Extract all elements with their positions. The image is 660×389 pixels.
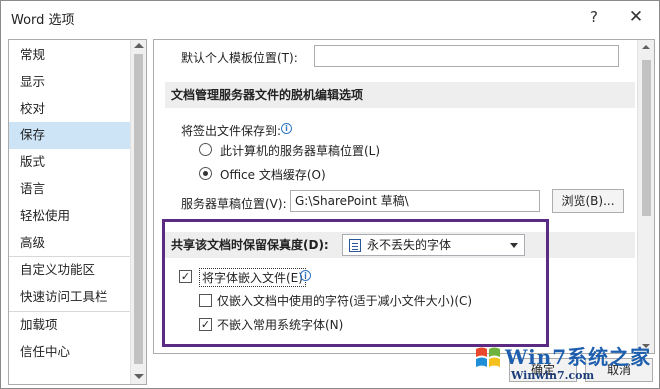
help-button[interactable]: ? [579, 5, 609, 29]
default-template-label: 默认个人模板位置(T): [181, 51, 298, 65]
info-icon: i [281, 123, 292, 134]
radio-office-cache[interactable] [199, 167, 212, 180]
radio-office-cache-label[interactable]: Office 文档缓存(O) [220, 166, 326, 183]
nav-scrollbar[interactable] [130, 40, 146, 384]
dialog-title: Word 选项 [11, 13, 75, 28]
title-bar: Word 选项 ? ✕ [1, 1, 659, 34]
main-scrollbar[interactable] [637, 40, 654, 353]
server-drafts-location-label: 服务器草稿位置(V): [181, 197, 287, 211]
site-watermark: Win7系统之家 Winwin7.com [471, 337, 660, 389]
watermark-title: Win7系统之家 [505, 345, 652, 369]
close-button[interactable]: ✕ [621, 5, 651, 29]
nav-item-display[interactable]: 显示 [9, 69, 131, 96]
browse-button[interactable]: 浏览(B)... [552, 189, 624, 213]
nav-item-advanced[interactable]: 高级 [9, 230, 131, 257]
server-drafts-location-input[interactable]: G:\SharePoint 草稿\ [290, 190, 540, 212]
scroll-down-icon[interactable] [134, 374, 144, 379]
nav-list: 常规 显示 校对 保存 版式 语言 轻松使用 高级 自定义功能区 快速访问工具栏… [9, 42, 131, 366]
windows-logo-icon [476, 347, 500, 367]
default-template-input[interactable] [314, 45, 619, 67]
options-nav: 常规 显示 校对 保存 版式 语言 轻松使用 高级 自定义功能区 快速访问工具栏… [8, 39, 147, 385]
nav-item-layout[interactable]: 版式 [9, 149, 131, 176]
nav-item-customize-ribbon[interactable]: 自定义功能区 [9, 257, 131, 284]
nav-item-quick-access-toolbar[interactable]: 快速访问工具栏 [9, 284, 131, 311]
font-embedding-highlight-box [162, 219, 549, 347]
scroll-thumb[interactable] [642, 60, 651, 216]
nav-item-add-ins[interactable]: 加载项 [9, 312, 131, 339]
word-options-dialog: Word 选项 ? ✕ 常规 显示 校对 保存 版式 语言 轻松使用 高级 自定… [0, 0, 660, 389]
nav-item-proofing[interactable]: 校对 [9, 96, 131, 123]
scroll-up-icon[interactable] [642, 45, 650, 49]
watermark-url: Winwin7.com [511, 369, 595, 382]
nav-item-general[interactable]: 常规 [9, 42, 131, 69]
scroll-up-icon[interactable] [134, 43, 144, 48]
nav-item-trust-center[interactable]: 信任中心 [9, 339, 131, 366]
scroll-thumb[interactable] [134, 54, 143, 364]
radio-server-drafts[interactable] [199, 143, 212, 156]
checkout-save-label: 将签出文件保存到: [181, 124, 282, 138]
offline-editing-section-title: 文档管理服务器文件的脱机编辑选项 [165, 82, 635, 108]
radio-server-drafts-label[interactable]: 此计算机的服务器草稿位置(L) [220, 142, 380, 159]
nav-item-save[interactable]: 保存 [9, 122, 131, 150]
nav-item-accessibility[interactable]: 轻松使用 [9, 203, 131, 230]
nav-item-language[interactable]: 语言 [9, 176, 131, 203]
